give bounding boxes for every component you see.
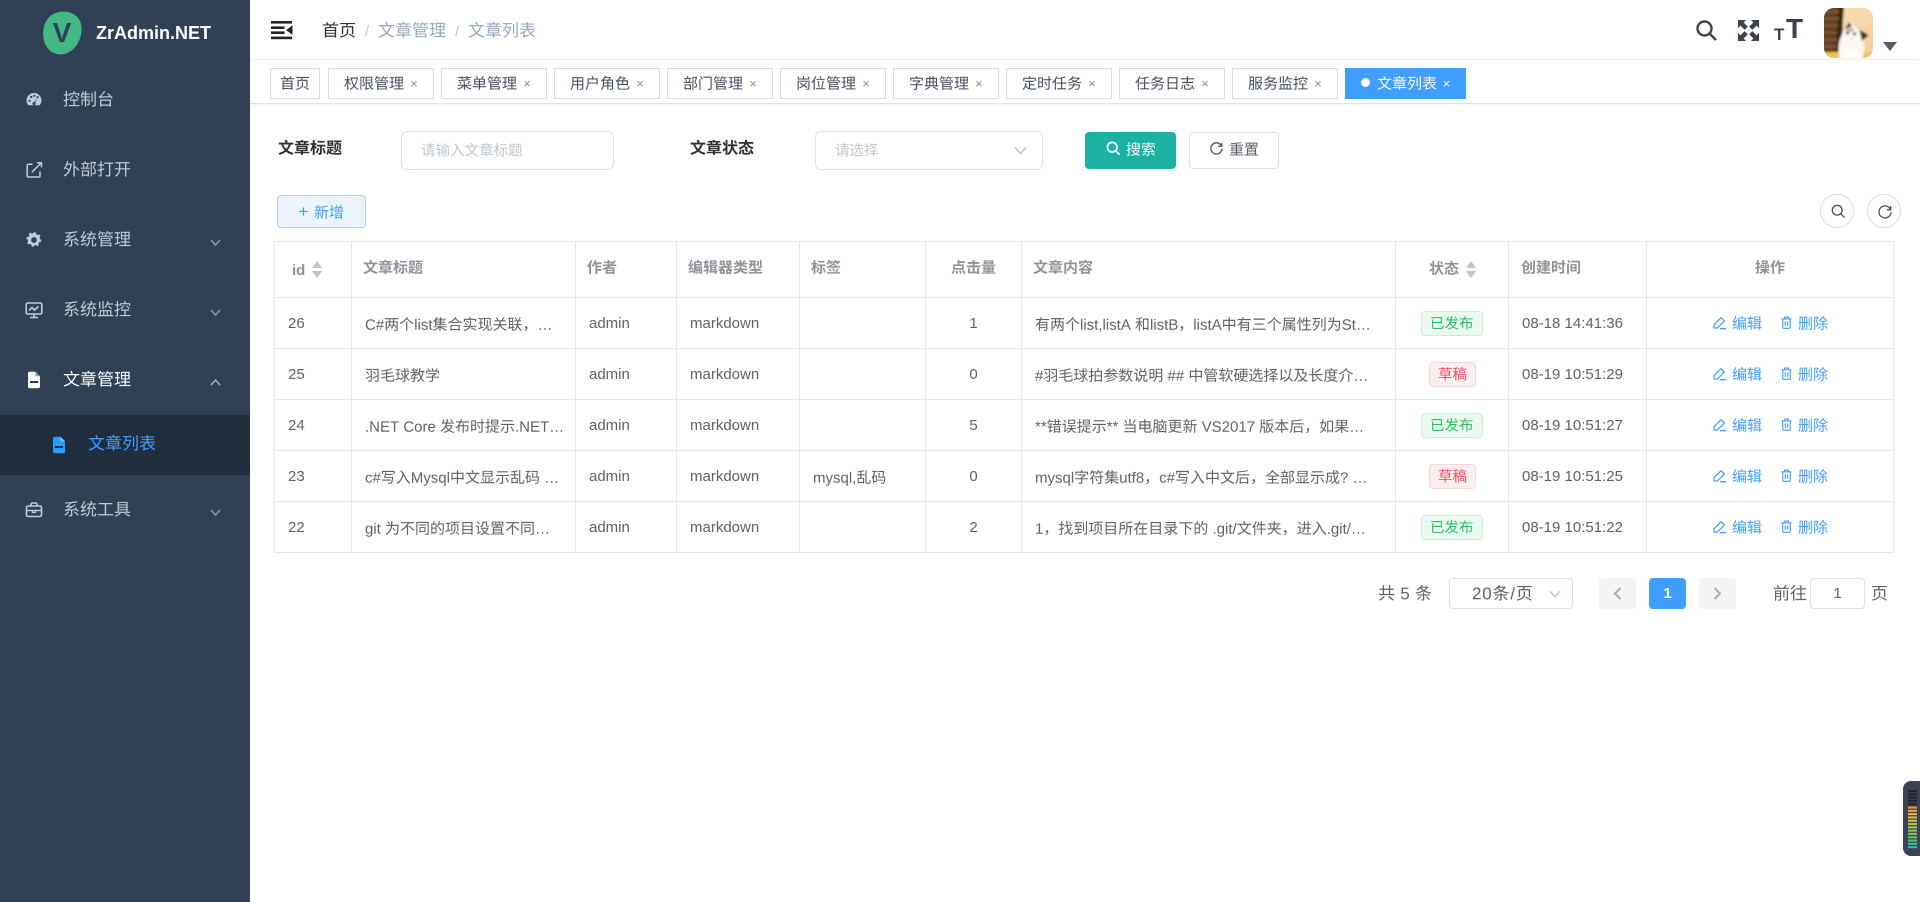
svg-text:V: V	[53, 17, 72, 48]
